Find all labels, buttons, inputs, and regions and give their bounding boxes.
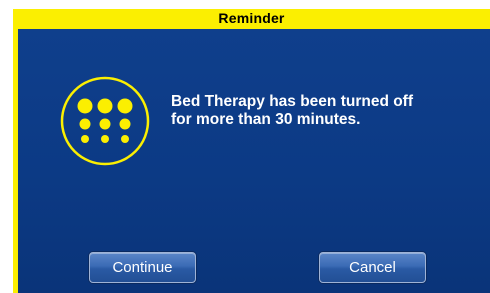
bed-therapy-dots-icon (59, 75, 151, 167)
reminder-dialog: Reminder Bed Therapy has been turned off… (0, 0, 490, 293)
message-line-2: for more than 30 minutes. (171, 111, 361, 128)
dialog-frame: Bed Therapy has been turned off for more… (13, 27, 490, 293)
dialog-titlebar: Reminder (13, 9, 490, 27)
dialog-title: Reminder (218, 10, 285, 26)
dialog-body: Bed Therapy has been turned off for more… (18, 29, 490, 293)
message-line-1: Bed Therapy has been turned off (171, 93, 414, 110)
continue-button[interactable]: Continue (89, 252, 196, 283)
dialog-message: Bed Therapy has been turned off for more… (171, 93, 461, 129)
cancel-button[interactable]: Cancel (319, 252, 426, 283)
